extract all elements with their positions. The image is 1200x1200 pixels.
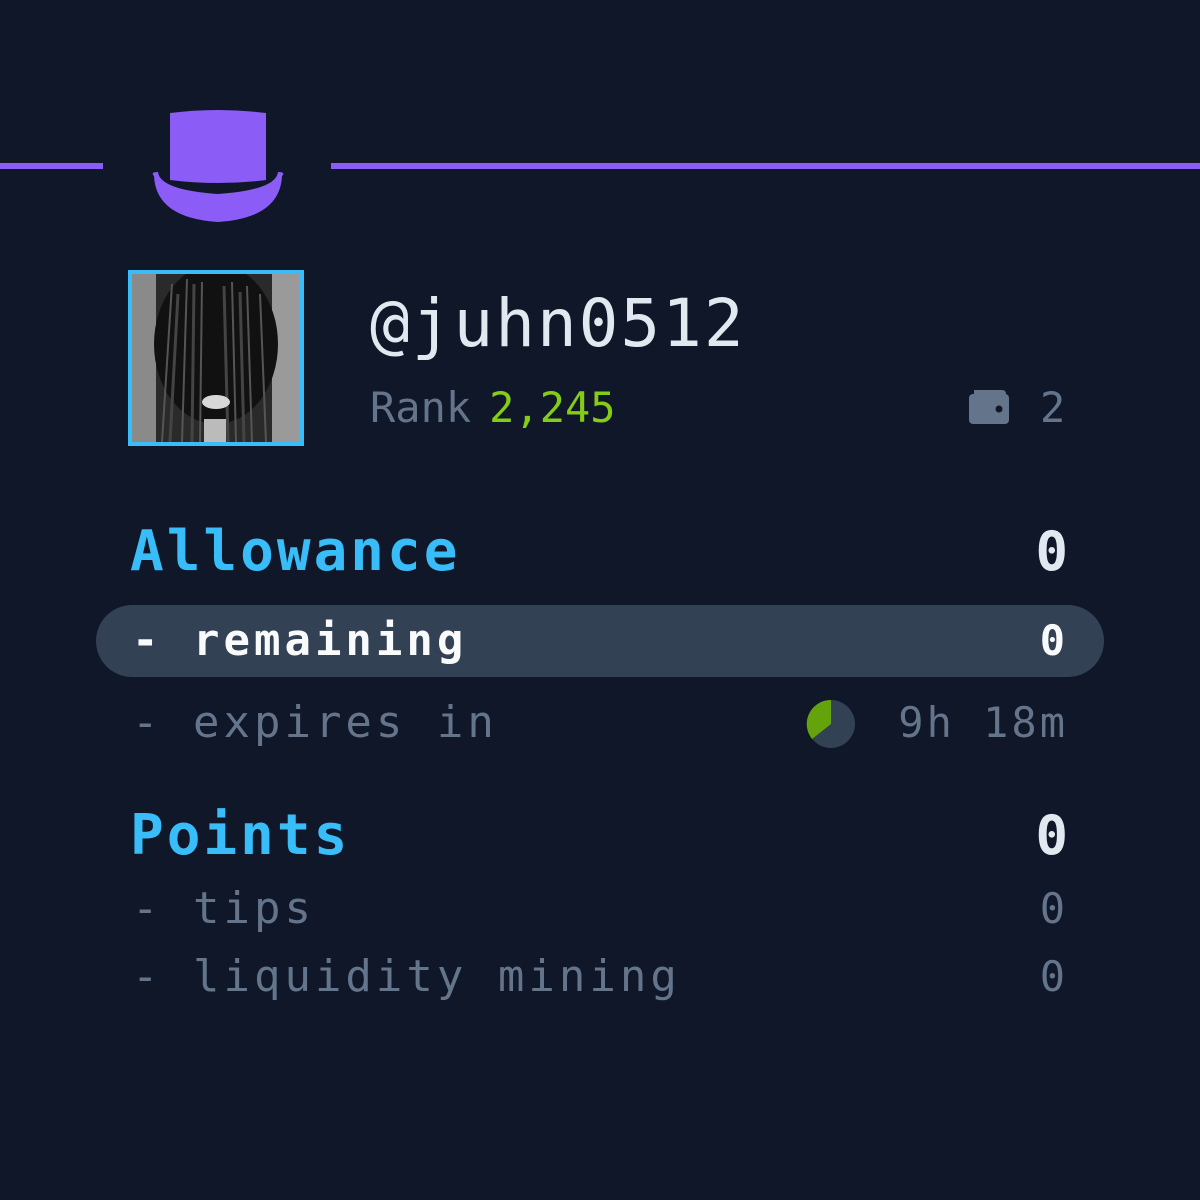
header-divider-right	[331, 163, 1200, 169]
pie-progress-icon	[806, 699, 855, 748]
expires-value: 9h 18m	[898, 698, 1068, 747]
points-total: 0	[1035, 804, 1068, 867]
tips-label: - tips	[132, 883, 315, 934]
tips-value: 0	[1039, 884, 1068, 933]
remaining-value: 0	[1039, 616, 1068, 665]
wallet-icon[interactable]	[968, 388, 1010, 426]
expires-label: - expires in	[132, 697, 498, 748]
header-divider-left	[0, 163, 103, 169]
top-hat-icon	[152, 110, 284, 222]
rank: Rank 2,245	[370, 382, 616, 434]
avatar[interactable]	[128, 270, 304, 446]
allowance-title: Allowance	[130, 519, 461, 584]
liquidity-value: 0	[1039, 952, 1068, 1001]
remaining-row: - remaining 0	[96, 605, 1104, 677]
remaining-label: - remaining	[132, 615, 468, 666]
liquidity-label: - liquidity mining	[132, 951, 681, 1002]
points-title: Points	[130, 803, 351, 868]
username: @juhn0512	[370, 285, 746, 362]
rank-value: 2,245	[489, 383, 616, 432]
wallet-count: 2	[1040, 383, 1066, 432]
rank-label: Rank	[370, 383, 472, 432]
allowance-total: 0	[1035, 520, 1068, 583]
